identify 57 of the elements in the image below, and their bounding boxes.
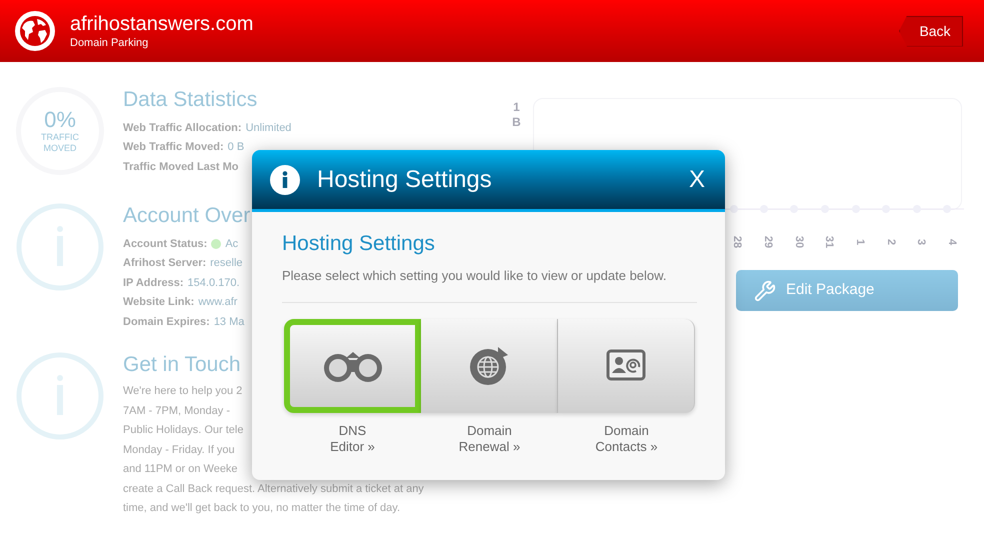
- paragraph-line: 7AM - 7PM, Monday -: [123, 404, 230, 418]
- axis-label: 31: [822, 236, 836, 248]
- axis-label: 29: [761, 236, 776, 248]
- section-title: Get in Touch: [123, 352, 241, 378]
- field-value: 154.0.170.: [188, 276, 240, 290]
- paragraph-line: and 11PM or on Weeke: [123, 462, 238, 477]
- axis-label: 2: [884, 238, 898, 246]
- info-ring-icon: [16, 203, 104, 291]
- globe-icon: [14, 10, 56, 52]
- contact-card-icon: [606, 348, 646, 382]
- field-value: 0 B: [228, 140, 244, 155]
- field-label: Web Traffic Moved:: [123, 140, 224, 155]
- axis-label: B: [512, 115, 521, 130]
- globe-refresh-icon: [468, 344, 510, 386]
- paragraph-line: Monday - Friday. If you: [123, 442, 235, 458]
- info-ring-icon: [16, 352, 104, 440]
- field-label: Domain Expires:: [123, 314, 210, 330]
- dialog-title: Hosting Settings: [317, 164, 492, 194]
- paragraph-line: time, and we'll get back to you, no matter the time of day.: [123, 501, 400, 516]
- section-title: Account Over: [123, 203, 250, 229]
- field-label: Afrihost Server:: [123, 256, 206, 271]
- axis-label: 1: [513, 100, 520, 115]
- traffic-caption: TRAFFIC MOVED: [41, 132, 79, 154]
- info-icon: [270, 164, 300, 194]
- wrench-icon: [754, 280, 776, 302]
- option-tile[interactable]: [558, 318, 695, 412]
- dialog-heading: Hosting Settings: [282, 231, 436, 257]
- site-subtitle: Domain Parking: [70, 36, 150, 50]
- axis-label: 28: [730, 236, 744, 248]
- field-label: Traffic Moved Last Mo: [123, 160, 239, 174]
- option-tile[interactable]: [284, 318, 421, 412]
- paragraph-line: Public Holidays. Our tele: [123, 423, 244, 438]
- paragraph-line: create a Call Back request. Alternatively submit a ticket at any: [123, 482, 424, 496]
- field-value: 13 Ma: [214, 314, 244, 330]
- field-label: Web Traffic Allocation:: [123, 120, 242, 136]
- field-value: reselle: [210, 256, 243, 271]
- option-link[interactable]: Domain Contacts »: [595, 422, 658, 454]
- field-label: IP Address:: [123, 276, 184, 290]
- field-value: www.afr: [198, 295, 238, 310]
- axis-label: 30: [792, 236, 806, 248]
- axis-label: 3: [914, 238, 928, 246]
- option-link[interactable]: Domain Renewal »: [458, 422, 520, 454]
- field-value: Unlimited: [246, 120, 292, 136]
- back-button[interactable]: Back: [899, 16, 963, 46]
- close-button[interactable]: X: [688, 162, 705, 198]
- field-label: Website Link:: [123, 295, 194, 310]
- dialog-description: Please select which setting you would like to view or update below.: [282, 267, 668, 285]
- axis-label: 1: [853, 238, 868, 246]
- section-title: Data Statistics: [123, 87, 258, 113]
- field-value: Ac: [225, 236, 238, 252]
- site-title: afrihostanswers.com: [70, 12, 254, 36]
- traffic-percent: 0%: [44, 108, 76, 132]
- option-link[interactable]: DNS Editor »: [330, 422, 375, 454]
- paragraph-line: We're here to help you 2: [123, 384, 242, 399]
- axis-label: 4: [945, 238, 960, 246]
- option-tile[interactable]: [421, 318, 558, 412]
- field-label: Account Status:: [123, 236, 208, 252]
